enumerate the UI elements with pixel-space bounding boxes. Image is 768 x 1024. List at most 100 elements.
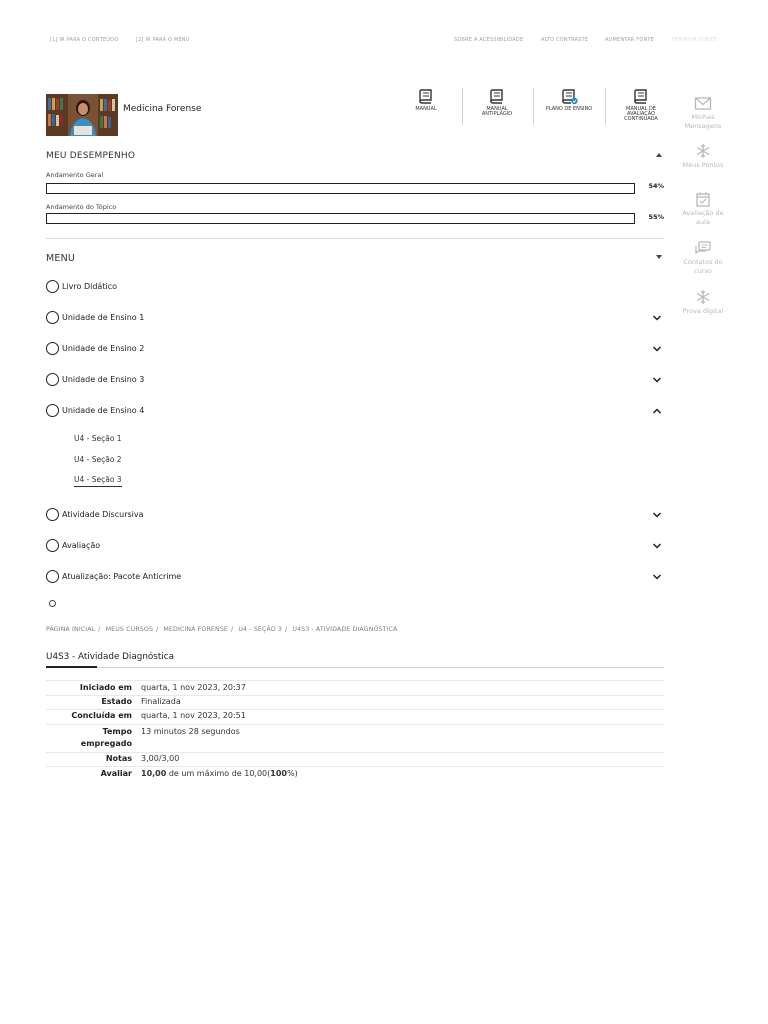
menu-item-livro-didatico[interactable]: Livro Didático — [46, 280, 666, 296]
status-circle-icon — [46, 570, 59, 583]
summary-value: 13 minutos 28 segundos — [141, 727, 240, 736]
snowflake-icon — [696, 144, 710, 158]
menu-item-label: Avaliação — [62, 541, 101, 550]
teaching-plan-button[interactable]: PLANO DE ENSINO — [538, 88, 600, 112]
grade-percent: 100 — [270, 769, 287, 778]
status-circle-icon — [46, 280, 59, 293]
chevron-down-icon[interactable] — [652, 542, 662, 550]
skip-to-menu-link[interactable]: [2] IR PARA O MENU — [136, 37, 190, 43]
menu-item-pacote-anticrime[interactable]: Atualização: Pacote Anticrime — [46, 570, 666, 586]
increase-font-link[interactable]: AUMENTAR FONTE — [605, 37, 654, 43]
chevron-up-icon[interactable] — [652, 407, 662, 415]
summary-row-started: Iniciado em quarta, 1 nov 2023, 20:37 — [46, 680, 664, 695]
high-contrast-link[interactable]: ALTO CONTRASTE — [541, 37, 588, 43]
teaching-plan-label: PLANO DE ENSINO — [545, 106, 593, 112]
topic-progress-label: Andamento do Tópico — [46, 203, 117, 211]
skip-to-content-link[interactable]: [1] IR PARA O CONTEÚDO — [50, 37, 118, 43]
rail-course-contacts-label: Contatos do curso — [683, 258, 723, 275]
menu-item-atividade-discursiva[interactable]: Atividade Discursiva — [46, 508, 666, 524]
menu-toggle-caret-icon[interactable] — [656, 255, 662, 259]
summary-value: quarta, 1 nov 2023, 20:51 — [141, 711, 246, 720]
submenu-item-u4-secao-3[interactable]: U4 - Seção 3 — [74, 475, 122, 487]
status-circle-icon — [46, 508, 59, 521]
breadcrumb: PÁGINA INICIAL / MEUS CURSOS / MEDICINA FO… — [46, 626, 398, 633]
menu-item-label: Unidade de Ensino 3 — [62, 375, 145, 384]
calendar-check-icon — [696, 192, 710, 207]
toolbar-divider — [605, 88, 606, 125]
overall-progress-label: Andamento Geral — [46, 171, 104, 179]
toolbar-divider — [533, 88, 534, 125]
summary-row-completed: Concluída em quarta, 1 nov 2023, 20:51 — [46, 709, 664, 724]
course-thumbnail — [46, 94, 118, 136]
grade-middle: de um máximo de 10,00( — [166, 769, 271, 778]
chevron-down-icon[interactable] — [652, 345, 662, 353]
chevron-down-icon[interactable] — [652, 314, 662, 322]
summary-key: Tempo — [102, 727, 132, 736]
breadcrumb-activity[interactable]: U4S3 - ATIVIDADE DIAGNÓSTICA — [292, 626, 397, 633]
rail-points-label: Meus Pontos — [682, 161, 724, 169]
submenu-item-u4-secao-1[interactable]: U4 - Seção 1 — [74, 434, 122, 443]
submenu-item-u4-secao-2[interactable]: U4 - Seção 2 — [74, 455, 122, 464]
summary-key: Notas — [105, 754, 132, 763]
summary-key: Concluída em — [71, 711, 132, 720]
overall-progress-value: 54% — [648, 182, 664, 190]
book-icon — [490, 89, 503, 104]
menu-item-label: Atualização: Pacote Anticrime — [62, 572, 182, 581]
book-icon — [419, 89, 432, 104]
summary-value: quarta, 1 nov 2023, 20:37 — [141, 683, 246, 692]
book-check-icon — [562, 89, 578, 104]
menu-item-unidade-2[interactable]: Unidade de Ensino 2 — [46, 342, 666, 358]
rail-course-contacts[interactable]: Contatos do curso — [678, 240, 728, 276]
chevron-down-icon[interactable] — [652, 573, 662, 581]
summary-row-grade: Avaliar 10,00 de um máximo de 10,00(100%… — [46, 766, 664, 780]
breadcrumb-my-courses[interactable]: MEUS CURSOS — [106, 626, 153, 633]
menu-item-label: Unidade de Ensino 2 — [62, 344, 145, 353]
status-circle-icon — [46, 373, 59, 386]
manual-label: MANUAL — [415, 106, 437, 112]
book-icon — [634, 89, 647, 104]
summary-row-marks: Notas 3,00/3,00 — [46, 752, 664, 766]
summary-value: Finalizada — [141, 697, 181, 706]
rail-points[interactable]: Meus Pontos — [678, 143, 728, 170]
accessibility-bar: [1] IR PARA O CONTEÚDO [2] IR PARA O MEN… — [0, 37, 768, 49]
rail-messages[interactable]: Minhas Mensagens — [678, 95, 728, 131]
summary-key: Avaliar — [100, 769, 132, 778]
chevron-down-icon[interactable] — [652, 376, 662, 384]
breadcrumb-section[interactable]: U4 - SEÇÃO 3 — [238, 626, 282, 633]
breadcrumb-course[interactable]: MEDICINA FORENSE — [163, 626, 228, 633]
menu-item-label: Unidade de Ensino 4 — [62, 406, 145, 415]
manual-button[interactable]: MANUAL — [406, 88, 446, 112]
chat-icon — [695, 241, 711, 255]
about-accessibility-link[interactable]: SOBRE A ACESSIBILIDADE — [454, 37, 523, 43]
summary-key: Iniciado em — [79, 683, 132, 692]
summary-row-state: Estado Finalizada — [46, 695, 664, 709]
menu-item-unidade-4[interactable]: Unidade de Ensino 4 — [46, 404, 666, 420]
rail-digital-exam[interactable]: Prova digital — [678, 289, 728, 316]
summary-row-time-taken: Tempo empregado 13 minutos 28 segundos — [46, 724, 664, 752]
menu-item-unidade-1[interactable]: Unidade de Ensino 1 — [46, 311, 666, 327]
small-circle-icon — [49, 600, 56, 607]
title-underline — [46, 666, 97, 668]
menu-item-unidade-3[interactable]: Unidade de Ensino 3 — [46, 373, 666, 389]
status-circle-icon — [46, 311, 59, 324]
menu-title: MENU — [46, 253, 76, 264]
performance-title: MEU DESEMPENHO — [46, 151, 136, 161]
status-circle-icon — [46, 539, 59, 552]
plagiarism-manual-label: MANUAL ANTIPLÁGIO — [481, 106, 513, 118]
summary-value: 10,00 de um máximo de 10,00(100%) — [141, 768, 298, 780]
continuous-assessment-manual-button[interactable]: MANUAL DE AVALIAÇÃO CONTINUADA — [614, 88, 668, 123]
envelope-icon — [694, 97, 712, 110]
status-circle-icon — [46, 342, 59, 355]
menu-item-avaliacao[interactable]: Avaliação — [46, 539, 666, 555]
status-circle-icon — [46, 404, 59, 417]
rail-class-evaluation-label: Avaliação de aula — [682, 209, 724, 226]
decrease-font-link[interactable]: DIMINUIR FONTE — [672, 37, 717, 43]
plagiarism-manual-button[interactable]: MANUAL ANTIPLÁGIO — [474, 88, 520, 117]
chevron-down-icon[interactable] — [652, 511, 662, 519]
rail-class-evaluation[interactable]: Avaliação de aula — [678, 191, 728, 227]
menu-item-label: Livro Didático — [62, 282, 117, 291]
summary-value: 3,00/3,00 — [141, 754, 180, 763]
collapse-caret-icon[interactable] — [656, 153, 662, 157]
rail-digital-exam-label: Prova digital — [682, 307, 724, 315]
breadcrumb-home[interactable]: PÁGINA INICIAL — [46, 626, 95, 633]
